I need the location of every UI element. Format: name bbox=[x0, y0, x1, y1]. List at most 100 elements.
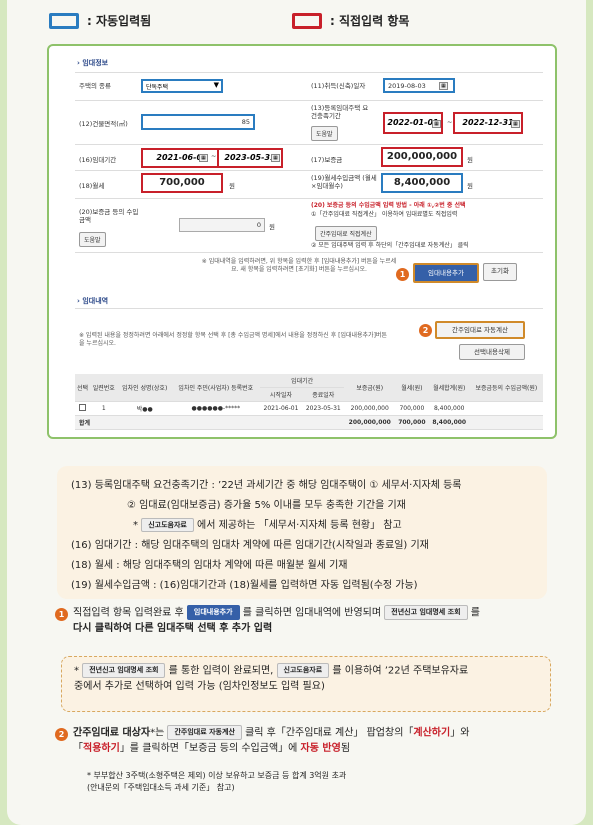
col-lease-period: 임대기간 bbox=[259, 374, 345, 388]
note-line2: ①「간주임대료 직접계산」 이용하여 임대료별도 직접입력 bbox=[311, 210, 458, 218]
dep-income-value: 0 bbox=[256, 221, 261, 229]
col-start: 시작일자 bbox=[259, 387, 303, 402]
calendar-icon[interactable]: ▦ bbox=[199, 154, 208, 162]
col-tenant-name: 임차인 성명(상호) bbox=[117, 374, 172, 402]
cell-rent: 700,000 bbox=[395, 401, 429, 416]
table-header-row: 선택 일련번호 임차인 성명(상호) 임차인 주민(사업자) 등록번호 임대기간… bbox=[75, 374, 543, 402]
calendar-icon[interactable]: ▦ bbox=[432, 120, 441, 128]
step-1-text: 직접입력 항목 입력완료 후 임대내용추가 를 클릭하면 임대내역에 반영되며 … bbox=[73, 605, 583, 636]
lease-info-title: › 임대정보 bbox=[77, 59, 109, 67]
desc-line-13b: ② 임대료(임대보증금) 증가율 5% 이내를 모두 충족한 기간을 기재 bbox=[127, 500, 406, 511]
step1-mid: 를 클릭하면 임대내역에 반영되며 bbox=[239, 607, 385, 619]
col-deposit: 보증금(원) bbox=[344, 374, 396, 402]
step1-line2: 다시 클릭하여 다른 임대주택 선택 후 추가 입력 bbox=[73, 622, 273, 634]
tilde: ~ bbox=[447, 118, 453, 126]
step-2-marker: 2 bbox=[55, 728, 68, 741]
col-dep-income: 보증금등의 수입금액(원) bbox=[469, 374, 543, 402]
calendar-icon[interactable]: ▦ bbox=[511, 120, 520, 128]
row-checkbox[interactable] bbox=[78, 404, 86, 411]
rent-income-field[interactable]: 8,400,000 bbox=[381, 173, 463, 193]
rent-field[interactable]: 700,000 bbox=[141, 173, 223, 193]
calendar-icon[interactable]: ▦ bbox=[271, 154, 280, 162]
dep-income-unit: 원 bbox=[269, 223, 275, 231]
rent-income-unit: 원 bbox=[467, 182, 473, 190]
step2-c: 클릭 후「간주임대료 계산」 팝업창의「 bbox=[241, 727, 414, 739]
cell-tenant-name: 박●● bbox=[117, 401, 172, 416]
desc-line-19: (19) 월세수입금액 : (16)임대기간과 (18)월세를 입력하면 자동 … bbox=[71, 580, 418, 591]
lease-end-value: 2023-05-31 bbox=[224, 153, 276, 162]
req-help-button[interactable]: 도움말 bbox=[311, 126, 338, 141]
area-field[interactable]: 85 bbox=[141, 114, 255, 130]
note-star: * bbox=[74, 665, 83, 677]
field-description-box: (13) 등록임대주택 요건충족기간 : ’22년 과세기간 중 해당 임대주택… bbox=[57, 466, 547, 599]
acq-date-value: 2019-08-03 bbox=[388, 82, 426, 90]
step-2-text: 간주임대료 대상자*는 간주임대료 자동계산 클릭 후「간주임대료 계산」 팝업… bbox=[73, 725, 583, 756]
cell-rent-total: 8,400,000 bbox=[428, 401, 470, 416]
step2-apply: 적용하기 bbox=[83, 742, 120, 754]
add-lease-chip: 임대내용추가 bbox=[186, 605, 240, 620]
step1-post: 를 bbox=[467, 607, 480, 619]
deposit-field[interactable]: 200,000,000 bbox=[381, 147, 463, 167]
calendar-icon[interactable]: ▦ bbox=[439, 82, 448, 90]
footnote-1: * 부부합산 3주택(소형주택은 제외) 이상 보유하고 보증금 등 합계 3억… bbox=[87, 771, 347, 780]
add-lease-button[interactable]: 임대내용추가 bbox=[413, 263, 479, 283]
deposit-value: 200,000,000 bbox=[386, 151, 458, 162]
cell-start: 2021-06-01 bbox=[259, 401, 303, 416]
dep-income-field[interactable]: 0 bbox=[179, 218, 265, 232]
step1-pre: 직접입력 항목 입력완료 후 bbox=[73, 607, 187, 619]
desc-line-13c: * 신고도움자료 에서 제공하는 「세무서·지자체 등록 현황」 참고 bbox=[133, 516, 402, 532]
legend-auto-label: : 자동입력됨 bbox=[87, 14, 152, 28]
chevron-down-icon: ▼ bbox=[213, 81, 219, 89]
dep-income-label: (20)보증금 등의 수입금액 bbox=[79, 208, 139, 225]
table-total-row: 합계 200,000,000 700,000 8,400,000 bbox=[75, 415, 543, 430]
auto-calc-button[interactable]: 간주임대료 자동계산 bbox=[435, 321, 525, 339]
step2-l2e: 됨 bbox=[340, 742, 351, 754]
req-start-value: 2022-01-01 bbox=[387, 118, 439, 127]
tilde: ~ bbox=[211, 152, 217, 160]
desc-star: * bbox=[133, 520, 142, 531]
note-post: 를 이용하여 ’22년 주택보유자료 bbox=[329, 665, 469, 677]
dep-help-button[interactable]: 도움말 bbox=[79, 232, 106, 247]
deposit-unit: 원 bbox=[467, 156, 473, 164]
house-type-value: 단독주택 bbox=[146, 84, 169, 91]
step-1-badge: 1 bbox=[396, 268, 409, 281]
cell-dep-income bbox=[469, 401, 543, 416]
total-rent: 700,000 bbox=[395, 415, 429, 430]
rent-unit: 원 bbox=[229, 182, 235, 190]
step2-b: *는 bbox=[150, 727, 168, 739]
table-row[interactable]: 1 박●● ●●●●●●-***** 2021-06-01 2023-05-31… bbox=[75, 401, 543, 416]
step2-l2c: 」를 클릭하면「보증금 등의 수입금액」에 bbox=[119, 742, 301, 754]
step-1-marker: 1 bbox=[55, 608, 68, 621]
step2-l2a: 「 bbox=[73, 742, 83, 754]
delete-selected-button[interactable]: 선택내용삭제 bbox=[459, 344, 525, 360]
reset-button[interactable]: 초기화 bbox=[483, 263, 517, 281]
detail-hint: ※ 입력된 내용을 정정하려면 아래에서 정정할 항목 선택 후 [총 수입금액… bbox=[79, 332, 387, 348]
area-value: 85 bbox=[241, 118, 250, 126]
note-line2: 중에서 추가로 선택하여 입력 가능 (임차인정보도 입력 필요) bbox=[74, 680, 325, 692]
desc-line-16: (16) 임대기간 : 해당 임대주택의 임대차 계약에 따른 임대기간(시작일… bbox=[71, 540, 429, 551]
page: : 자동입력됨 : 직접입력 항목 › 임대정보 주택의 종류 단독주택 ▼ (… bbox=[7, 0, 586, 825]
legend-manual-label: : 직접입력 항목 bbox=[330, 14, 410, 28]
total-dep-income bbox=[469, 415, 543, 430]
direct-calc-button[interactable]: 간주임대료 직접계산 bbox=[315, 226, 377, 241]
row-checkbox-cell[interactable] bbox=[75, 401, 90, 416]
note-line1: (20) 보증금 등의 수입금액 입력 방법 - 아래 ①,②번 중 선택 bbox=[311, 202, 466, 209]
add-hint: ※ 임대내역을 입력하려면, 위 항목을 입력한 후 [임대내용추가] 버튼을 … bbox=[201, 258, 397, 274]
prev-year-chip: 전년신고 임대명세 조회 bbox=[82, 663, 166, 678]
col-end: 종료일자 bbox=[302, 387, 345, 402]
total-rent-sum: 8,400,000 bbox=[428, 415, 470, 430]
cell-seq: 1 bbox=[89, 401, 118, 416]
col-rent-total: 월세합계(원) bbox=[428, 374, 470, 402]
col-seq: 일련번호 bbox=[89, 374, 118, 402]
note-mid: 를 통한 입력이 완료되면, bbox=[165, 665, 277, 677]
step2-auto: 자동 반영 bbox=[300, 742, 341, 754]
req-period-label: (13)등록임대주택 요건충족기간 bbox=[311, 104, 369, 121]
auto-swatch bbox=[49, 12, 79, 29]
house-type-select[interactable]: 단독주택 ▼ bbox=[141, 79, 223, 93]
desc-line-18: (18) 월세 : 해당 임대주택의 임대차 계약에 따른 매월분 월세 기재 bbox=[71, 560, 348, 571]
cell-tenant-id: ●●●●●●-***** bbox=[171, 401, 260, 416]
footnote-2: (안내문의「주택임대소득 과세 기준」 참고) bbox=[87, 783, 235, 792]
dep-method-note: (20) 보증금 등의 수입금액 입력 방법 - 아래 ①,②번 중 선택 ①「… bbox=[311, 202, 541, 219]
note-line3: ② 모든 임대주택 입력 후 하단의「간주임대료 자동계산」 클릭 bbox=[311, 242, 469, 249]
col-rent: 월세(원) bbox=[395, 374, 429, 402]
